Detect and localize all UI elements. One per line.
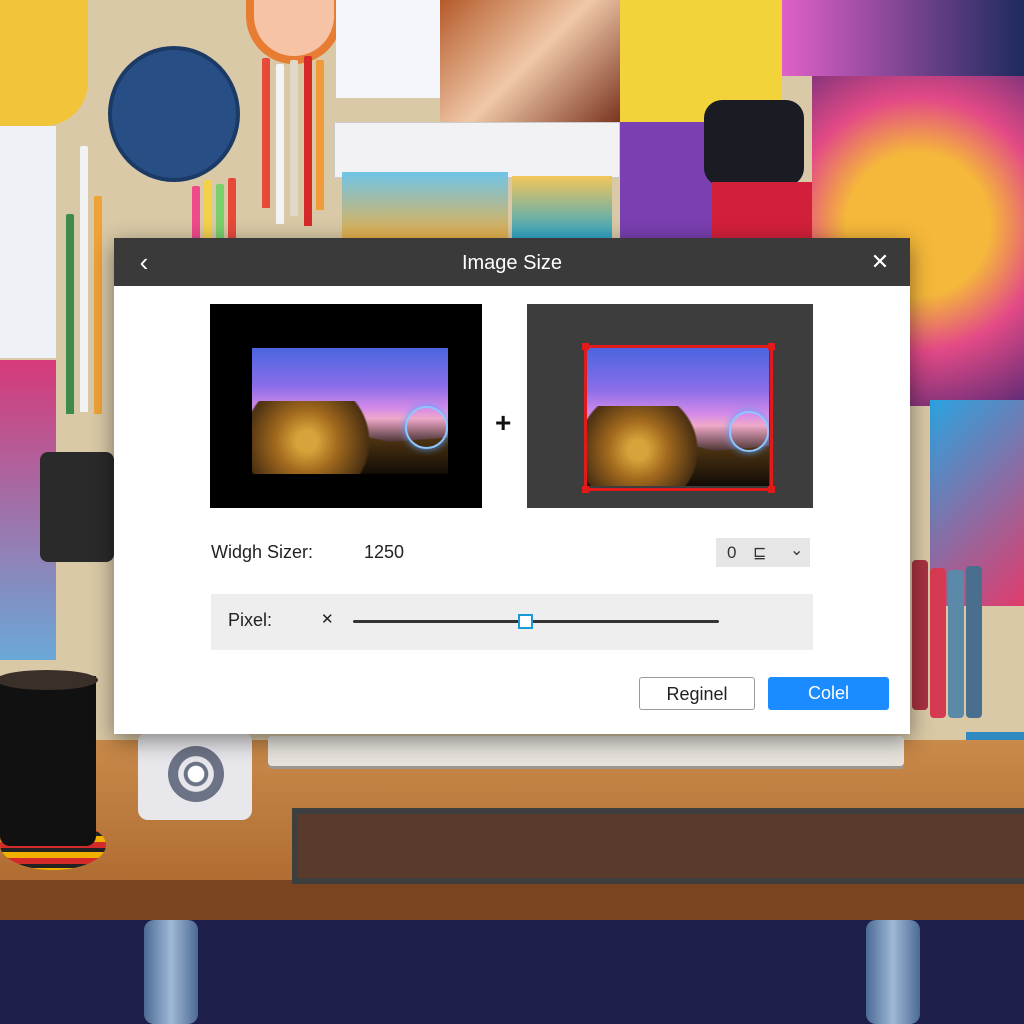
desk-mat (292, 808, 1024, 884)
poster-purple-rays (620, 122, 712, 238)
pencil-tin (40, 452, 114, 562)
unit-dropdown-value: 0 (727, 543, 737, 562)
width-size-value[interactable]: 1250 (364, 542, 404, 563)
resized-preview-panel (527, 304, 813, 508)
chevron-down-icon: ⌄ (790, 542, 804, 559)
crop-handle-top-left[interactable] (582, 343, 589, 350)
speaker (138, 732, 252, 820)
original-image-thumbnail (252, 348, 448, 474)
pixel-slider-thumb[interactable] (518, 614, 534, 629)
mountain-peak (252, 400, 401, 474)
coffee-cup (0, 670, 98, 846)
width-size-label: Widgh Sizer: (211, 542, 314, 562)
image-size-dialog: ‹ Image Size ✕ + Widgh Sizer: 1250 0 ⊑ ⌄ (114, 238, 910, 734)
crop-handle-top-right[interactable] (768, 343, 775, 350)
poster-ruler-chart (334, 122, 620, 178)
dialog-title: Image Size (461, 252, 563, 274)
cup-rim (0, 670, 98, 690)
pencil (262, 58, 270, 208)
pencil (304, 56, 312, 226)
marker (930, 568, 946, 718)
dialog-titlebar: ‹ Image Size ✕ (114, 238, 910, 286)
pencil (216, 184, 224, 238)
plus-icon: + (495, 407, 512, 438)
poster-yellow-ring (0, 0, 88, 126)
poster-pink-feathers (782, 0, 1024, 76)
pencil (80, 146, 88, 412)
close-icon[interactable]: ✕ (866, 248, 894, 276)
poster-clock (108, 46, 240, 182)
poster-left-dots (0, 126, 56, 358)
crop-handle-bottom-left[interactable] (582, 486, 589, 493)
unit-dropdown[interactable]: 0 ⊑ ⌄ (716, 538, 810, 567)
pencil (66, 214, 74, 414)
pencil (94, 196, 102, 414)
pencil (276, 64, 284, 224)
desk-edge (0, 880, 1024, 920)
speaker-grill (168, 746, 224, 802)
glowing-orb (404, 405, 448, 450)
pencil (204, 180, 212, 238)
poster-red-block (712, 182, 812, 238)
clear-x-icon[interactable]: ✕ (321, 610, 334, 628)
poster-blue-letters (336, 0, 444, 98)
pencil (290, 60, 298, 216)
poster-portrait (440, 0, 620, 122)
poster-mirror (704, 100, 804, 186)
desk-leg (866, 920, 920, 1024)
desk-leg (144, 920, 198, 1024)
pencil (192, 186, 200, 238)
pencil (316, 60, 324, 210)
primary-button[interactable]: Colel (768, 677, 889, 710)
secondary-button[interactable]: Reginel (639, 677, 755, 710)
crop-selection-frame[interactable] (582, 343, 775, 493)
original-preview-panel (210, 304, 482, 508)
poster-cartoon-family (342, 172, 508, 238)
pixel-slider-track[interactable] (353, 614, 719, 629)
marker (966, 566, 982, 718)
marker (948, 570, 964, 718)
pixel-slider-row: Pixel: ✕ (211, 594, 813, 650)
keyboard (268, 736, 904, 766)
crop-handle-bottom-right[interactable] (768, 486, 775, 493)
pencil (228, 178, 236, 238)
poster-waves (512, 176, 612, 238)
unit-icon: ⊑ (753, 545, 767, 562)
pixel-label: Pixel: (228, 610, 273, 630)
marker (912, 560, 928, 710)
